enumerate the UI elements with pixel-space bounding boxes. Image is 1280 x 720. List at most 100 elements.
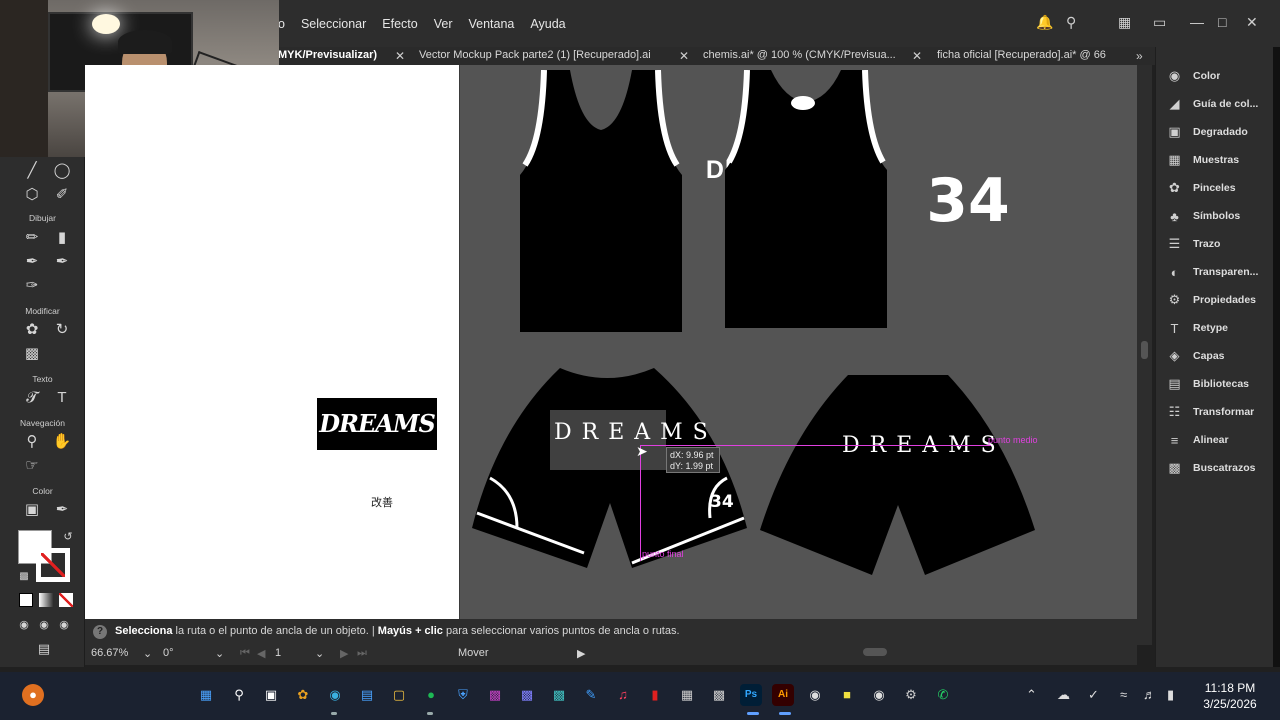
kanji-text[interactable]: 改善	[371, 494, 393, 510]
pencil-tool-icon[interactable]: ✏	[22, 228, 42, 248]
panel-properties[interactable]: ⚙ Propiedades	[1156, 288, 1274, 312]
jersey-front[interactable]: 善 改 DREAMS 34	[520, 69, 819, 332]
panel-symbols[interactable]: ♣ Símbolos	[1156, 204, 1274, 228]
app-icon-7[interactable]: ◉	[868, 684, 890, 706]
battery-icon[interactable]: ▮	[1167, 687, 1174, 703]
app-icon-5[interactable]: ▮	[644, 684, 666, 706]
photoshop-icon[interactable]: Ps	[740, 684, 762, 706]
search-taskbar-icon[interactable]: ⚲	[228, 684, 250, 706]
panel-color[interactable]: ◉ Color	[1156, 64, 1274, 88]
rotation-angle[interactable]: 0°	[163, 647, 174, 661]
page-dropdown-icon[interactable]: ⌄	[315, 647, 324, 661]
tab-document-3[interactable]: chemis.ai* @ 100 % (CMYK/Previsua...	[703, 49, 908, 65]
panel-align[interactable]: ≡ Alinear	[1156, 428, 1274, 452]
blob-brush-tool-icon[interactable]: ✒	[52, 252, 72, 272]
horizontal-scrollbar[interactable]	[600, 645, 1137, 659]
panel-swatches[interactable]: ▦ Muestras	[1156, 148, 1274, 172]
panel-gradient[interactable]: ▣ Degradado	[1156, 120, 1274, 144]
defender-icon[interactable]: ⛨	[452, 684, 474, 706]
draw-behind-icon[interactable]: ◉	[34, 615, 54, 635]
tray-app-icon[interactable]: ✓	[1088, 687, 1099, 703]
polygon-tool-icon[interactable]: ⬡	[22, 185, 42, 205]
stroke-swatch[interactable]	[36, 548, 70, 582]
artboard[interactable]: DREAMS 改善	[85, 65, 460, 619]
edge-icon[interactable]: ◉	[324, 684, 346, 706]
none-mode-icon[interactable]	[59, 593, 73, 607]
settings-icon[interactable]: ⚙	[900, 684, 922, 706]
maximize-icon[interactable]: □	[1218, 14, 1226, 30]
menu-item-help[interactable]: Ayuda	[530, 17, 565, 31]
whatsapp-icon[interactable]: ✆	[932, 684, 954, 706]
shape-builder-tool-icon[interactable]: ▩	[22, 344, 42, 364]
menu-item-view[interactable]: Ver	[434, 17, 453, 31]
canvas[interactable]: DREAMS 改善 善 改 DREAMS 34 34	[85, 65, 1137, 619]
gradient-mode-icon[interactable]	[39, 593, 53, 607]
spotify-icon[interactable]: ●	[420, 684, 442, 706]
dreams-logo[interactable]: DREAMS	[317, 398, 437, 450]
app-icon-3[interactable]: ▩	[548, 684, 570, 706]
calculator-icon[interactable]: ▦	[676, 684, 698, 706]
menu-item-select[interactable]: Seleccionar	[301, 17, 366, 31]
menu-item-window[interactable]: Ventana	[468, 17, 514, 31]
panel-layers[interactable]: ◈ Capas	[1156, 344, 1274, 368]
menu-item-object[interactable]: o	[278, 17, 285, 31]
shaper-tool-icon[interactable]: ✐	[52, 185, 72, 205]
eyedropper-tool-icon[interactable]: ✒	[52, 500, 72, 520]
pen-tool-icon[interactable]: ✑	[22, 276, 42, 296]
app-icon-1[interactable]: ▩	[484, 684, 506, 706]
illustrator-icon[interactable]: Ai	[772, 684, 794, 706]
store-icon[interactable]: ▤	[356, 684, 378, 706]
first-page-icon[interactable]: ⏮	[240, 647, 250, 661]
profile-icon[interactable]: ●	[22, 684, 44, 706]
app-icon-4[interactable]: ✎	[580, 684, 602, 706]
panel-libraries[interactable]: ▤ Bibliotecas	[1156, 372, 1274, 396]
rotate-view-tool-icon[interactable]: ☞	[22, 456, 42, 476]
tray-overflow-icon[interactable]: ⌃	[1026, 687, 1037, 703]
zoom-tool-icon[interactable]: ⚲	[22, 432, 42, 452]
panel-color-guide[interactable]: ◢ Guía de col...	[1156, 92, 1274, 116]
brush-tool-icon[interactable]: ✒	[22, 252, 42, 272]
vertical-scroll-thumb[interactable]	[1141, 341, 1148, 359]
draw-mode-icon[interactable]: ◉	[14, 615, 34, 635]
warp-tool-icon[interactable]: ✿	[22, 320, 42, 340]
search-icon[interactable]: ⚲	[1066, 14, 1076, 31]
tab-close-icon[interactable]: ✕	[395, 49, 405, 63]
swap-colors-icon[interactable]: ↺	[58, 527, 78, 547]
wifi-icon[interactable]: ≈	[1120, 687, 1127, 702]
help-icon[interactable]: ?	[93, 625, 107, 639]
panel-retype[interactable]: T Retype	[1156, 316, 1274, 340]
tab-document-2[interactable]: Vector Mockup Pack parte2 (1) [Recuperad…	[419, 49, 674, 65]
folder-icon[interactable]: ▢	[388, 684, 410, 706]
copilot-icon[interactable]: ✿	[292, 684, 314, 706]
panel-toggle-icon[interactable]: ▭	[1153, 14, 1166, 31]
ellipse-tool-icon[interactable]: ◯	[52, 161, 72, 181]
zoom-level[interactable]: 66.67%	[91, 647, 128, 661]
rotation-dropdown-icon[interactable]: ⌄	[215, 647, 224, 661]
tab-close-icon[interactable]: ✕	[679, 49, 689, 63]
volume-icon[interactable]: ♬	[1143, 687, 1156, 702]
menu-item-effect[interactable]: Efecto	[382, 17, 417, 31]
minimize-icon[interactable]: —	[1190, 14, 1204, 30]
hand-tool-icon[interactable]: ✋	[52, 432, 72, 452]
type-tool-icon[interactable]: T	[52, 388, 72, 408]
obs-icon[interactable]: ◉	[804, 684, 826, 706]
horizontal-scroll-thumb[interactable]	[863, 648, 887, 656]
tab-document-1[interactable]: MYK/Previsualizar)	[278, 49, 388, 65]
zoom-dropdown-icon[interactable]: ⌄	[143, 647, 152, 661]
sticky-notes-icon[interactable]: ■	[836, 684, 858, 706]
default-colors-icon[interactable]: ▩	[14, 567, 34, 587]
tab-document-4[interactable]: ficha oficial [Recuperado].ai* @ 66	[937, 49, 1117, 65]
screen-mode-icon[interactable]: ▤	[34, 639, 54, 659]
panel-pathfinder[interactable]: ▩ Buscatrazos	[1156, 456, 1274, 480]
workspace-layout-icon[interactable]: ▦	[1118, 14, 1131, 31]
prev-page-icon[interactable]: ◀	[257, 647, 265, 661]
panel-transform[interactable]: ☷ Transformar	[1156, 400, 1274, 424]
music-icon[interactable]: ♫	[612, 684, 634, 706]
app-icon-6[interactable]: ▩	[708, 684, 730, 706]
shorts-back[interactable]: DREAMS	[760, 375, 1035, 575]
tab-close-icon[interactable]: ✕	[912, 49, 922, 63]
rotate-tool-icon[interactable]: ↻	[52, 320, 72, 340]
panel-stroke[interactable]: ☰ Trazo	[1156, 232, 1274, 256]
page-number[interactable]: 1	[275, 647, 281, 661]
notification-bell-icon[interactable]: 🔔	[1036, 14, 1053, 31]
